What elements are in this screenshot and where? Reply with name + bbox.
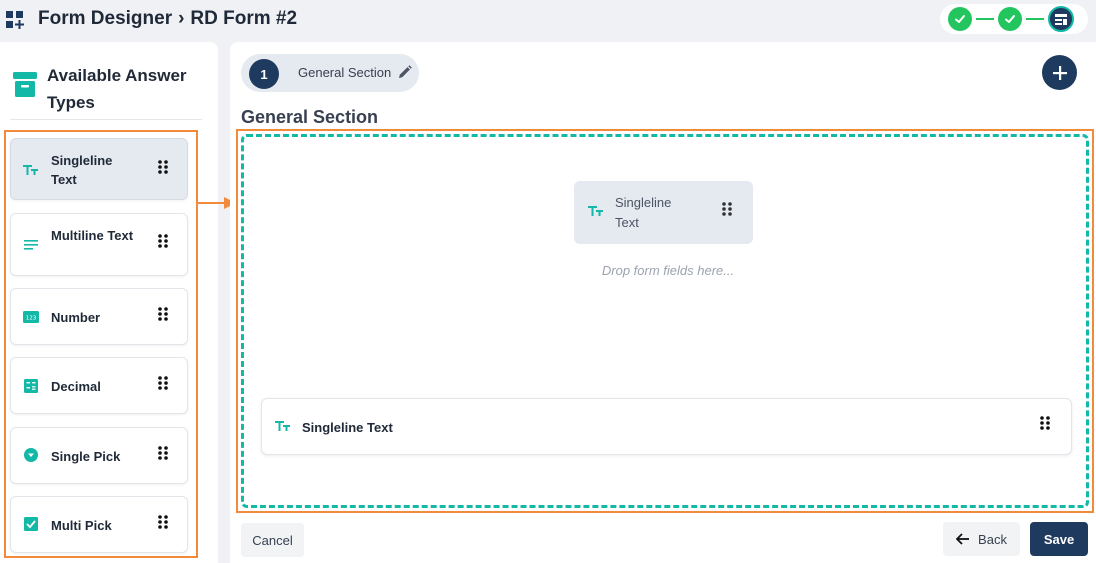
form-name: RD Form #2	[190, 8, 298, 29]
radio-dot-icon	[24, 448, 38, 462]
step-connector	[976, 18, 994, 20]
answer-type-label: Decimal	[51, 379, 101, 394]
drag-handle-icon[interactable]	[157, 445, 169, 461]
back-button[interactable]: Back	[943, 522, 1020, 556]
grid-add-icon	[6, 11, 24, 29]
add-section-button[interactable]	[1042, 55, 1077, 90]
number-icon: 123	[23, 311, 39, 323]
drag-preview-label: Singleline Text	[615, 195, 672, 230]
form-field-label: Singleline Text	[302, 420, 393, 435]
section-number-badge: 1	[249, 59, 279, 89]
progress-stepper	[940, 4, 1088, 34]
step-2-complete[interactable]	[998, 7, 1022, 31]
drag-handle-icon[interactable]	[157, 375, 169, 391]
answer-type-label: Single Pick	[51, 449, 121, 464]
answer-type-label: Multiline Text	[51, 228, 134, 243]
answer-type-multiline-text[interactable]: Multiline Text	[10, 213, 188, 276]
cancel-button[interactable]: Cancel	[241, 523, 304, 557]
form-field-row[interactable]: Singleline Text	[261, 398, 1072, 455]
divider	[10, 119, 202, 120]
breadcrumb-separator: ›	[178, 8, 185, 29]
drag-handle-icon[interactable]	[157, 159, 169, 175]
tab-general-section[interactable]: 1 General Section	[241, 54, 419, 92]
answer-type-label: Singleline Text	[51, 153, 113, 187]
form-canvas-panel: 1 General Section General Section Single…	[230, 42, 1096, 563]
drag-handle-icon[interactable]	[157, 233, 169, 249]
answer-type-label: Multi Pick	[51, 518, 112, 533]
checkbox-icon	[24, 517, 38, 531]
plus-icon	[1052, 65, 1067, 80]
text-type-icon	[23, 165, 38, 175]
step-3-current[interactable]	[1048, 6, 1074, 32]
check-icon	[1005, 15, 1015, 23]
step-1-complete[interactable]	[948, 7, 972, 31]
pencil-icon[interactable]	[397, 64, 413, 80]
answer-type-multi-pick[interactable]: Multi Pick	[10, 496, 188, 553]
drag-handle-icon[interactable]	[157, 306, 169, 322]
archive-box-icon	[13, 72, 37, 97]
answer-type-label: Number	[51, 310, 101, 325]
drop-placeholder: Drop form fields here...	[601, 263, 735, 278]
calculator-icon	[24, 379, 38, 393]
answer-type-decimal[interactable]: Decimal	[10, 357, 188, 414]
save-button[interactable]: Save	[1030, 522, 1088, 556]
drop-zone-highlight: Singleline Text Drop form fields here...…	[236, 129, 1094, 513]
drag-handle-icon[interactable]	[157, 514, 169, 530]
app-name: Form Designer	[38, 8, 173, 29]
panel-header: Available Answer Types	[12, 60, 202, 120]
drop-zone[interactable]: Singleline Text Drop form fields here...…	[241, 134, 1089, 508]
check-icon	[955, 15, 965, 23]
drag-handle-icon[interactable]	[721, 201, 733, 217]
answer-type-number[interactable]: 123 Number	[10, 288, 188, 345]
text-type-icon	[275, 421, 290, 431]
page-title: Form Designer › RD Form #2	[38, 8, 297, 30]
answer-types-list: Singleline Text Multiline Text 123 Numbe…	[4, 130, 198, 558]
section-title: General Section	[241, 107, 379, 127]
multiline-icon	[24, 240, 38, 250]
answer-types-panel: Available Answer Types Singleline Text M…	[0, 42, 218, 563]
form-design-icon	[1055, 14, 1067, 25]
answer-type-singleline-text[interactable]: Singleline Text	[10, 138, 188, 200]
text-type-icon	[588, 206, 603, 216]
drag-handle-icon[interactable]	[1039, 415, 1051, 431]
footer-bar: Cancel Back Save	[230, 513, 1096, 563]
section-tab-label: General Section	[298, 65, 392, 80]
drag-preview-card[interactable]: Singleline Text	[574, 181, 753, 244]
step-connector	[1026, 18, 1044, 20]
header-bar: Form Designer › RD Form #2	[0, 0, 1096, 42]
panel-title: Available Answer Types	[47, 66, 187, 112]
svg-text:123: 123	[26, 316, 37, 322]
back-button-label: Back	[978, 531, 1007, 547]
arrow-left-icon	[956, 533, 970, 545]
answer-type-single-pick[interactable]: Single Pick	[10, 427, 188, 484]
